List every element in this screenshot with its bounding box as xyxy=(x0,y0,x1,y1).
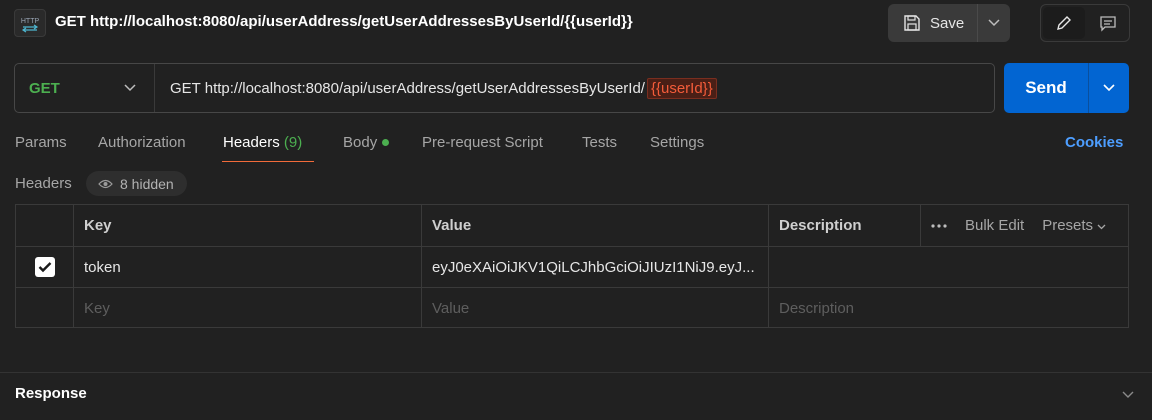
save-button-group: Save xyxy=(888,4,1010,42)
tab-tests[interactable]: Tests xyxy=(582,134,617,151)
chevron-down-icon xyxy=(1103,84,1115,92)
response-expand-button[interactable] xyxy=(1122,386,1134,403)
response-divider xyxy=(0,372,1152,373)
value-column-header: Value xyxy=(422,205,769,246)
new-value-input[interactable]: Value xyxy=(422,288,769,328)
url-variable[interactable]: {{userId}} xyxy=(646,77,717,99)
request-title[interactable]: GET http://localhost:8080/api/userAddres… xyxy=(55,13,633,30)
toolbar-group xyxy=(1040,4,1130,42)
url-input[interactable]: GET http://localhost:8080/api/userAddres… xyxy=(155,64,994,112)
table-row: token eyJ0eXAiOiJKV1QiLCJhbGciOiJIUzI1Ni… xyxy=(16,247,1128,288)
send-button-group: Send xyxy=(1004,63,1129,113)
header-key-cell[interactable]: token xyxy=(74,247,422,287)
response-section-label[interactable]: Response xyxy=(15,385,87,402)
chevron-down-icon xyxy=(124,84,136,92)
chevron-down-icon xyxy=(1097,224,1106,230)
save-options-button[interactable] xyxy=(978,4,1010,42)
chevron-down-icon xyxy=(988,19,1000,27)
headers-section-label: Headers xyxy=(15,175,72,192)
row-select-cell xyxy=(16,288,74,328)
method-select[interactable]: GET xyxy=(15,64,155,112)
edit-button[interactable] xyxy=(1043,7,1085,39)
table-header-row: Key Value Description Bulk Edit Presets xyxy=(16,205,1128,247)
save-button[interactable]: Save xyxy=(888,4,978,42)
tab-body-label: Body xyxy=(343,134,378,151)
tab-body[interactable]: Body xyxy=(343,134,390,151)
tab-authorization[interactable]: Authorization xyxy=(98,134,186,151)
url-bar: GET GET http://localhost:8080/api/userAd… xyxy=(14,63,995,113)
tab-headers-label: Headers xyxy=(223,134,280,151)
presets-label: Presets xyxy=(1042,217,1094,234)
headers-table: Key Value Description Bulk Edit Presets … xyxy=(15,204,1129,328)
checkmark-icon xyxy=(38,262,51,273)
body-status-dot xyxy=(382,138,390,146)
http-request-icon: HTTP xyxy=(14,9,46,37)
select-column-header xyxy=(16,205,74,246)
header-value-cell[interactable]: eyJ0eXAiOiJKV1QiLCJhbGciOiJIUzI1NiJ9.eyJ… xyxy=(422,247,769,287)
tab-pre-request-script[interactable]: Pre-request Script xyxy=(422,134,543,151)
description-column-header: Description xyxy=(779,217,862,234)
url-text: GET http://localhost:8080/api/userAddres… xyxy=(170,79,645,97)
row-select-cell xyxy=(16,247,74,287)
presets-dropdown[interactable]: Presets xyxy=(1042,217,1106,234)
bulk-edit-button[interactable]: Bulk Edit xyxy=(965,217,1024,234)
method-label: GET xyxy=(29,79,60,97)
tab-headers-count: (9) xyxy=(283,134,303,151)
tab-params[interactable]: Params xyxy=(15,134,67,151)
tab-headers[interactable]: Headers (9) xyxy=(223,134,302,151)
row-checkbox[interactable] xyxy=(34,257,55,277)
cookies-link[interactable]: Cookies xyxy=(1065,134,1123,151)
key-column-header: Key xyxy=(74,205,422,246)
new-key-input[interactable]: Key xyxy=(74,288,422,328)
svg-text:HTTP: HTTP xyxy=(21,18,40,25)
comment-icon xyxy=(1100,16,1116,32)
send-options-button[interactable] xyxy=(1089,63,1129,113)
save-label: Save xyxy=(930,14,965,32)
header-description-cell[interactable] xyxy=(769,247,1128,287)
pencil-icon xyxy=(1057,16,1071,30)
active-tab-indicator xyxy=(222,161,314,162)
comments-button[interactable] xyxy=(1087,5,1129,41)
more-options-icon[interactable] xyxy=(931,223,947,228)
new-description-input[interactable]: Description xyxy=(769,288,1128,328)
hidden-headers-label: 8 hidden xyxy=(120,175,174,192)
send-button[interactable]: Send xyxy=(1004,63,1089,113)
table-actions: Bulk Edit Presets xyxy=(920,205,1128,246)
floppy-disk-icon xyxy=(904,15,920,31)
chevron-down-icon xyxy=(1122,391,1134,398)
tab-settings[interactable]: Settings xyxy=(650,134,704,151)
table-row-empty: Key Value Description xyxy=(16,288,1128,328)
hidden-headers-toggle[interactable]: 8 hidden xyxy=(86,171,187,196)
eye-icon xyxy=(98,179,113,188)
